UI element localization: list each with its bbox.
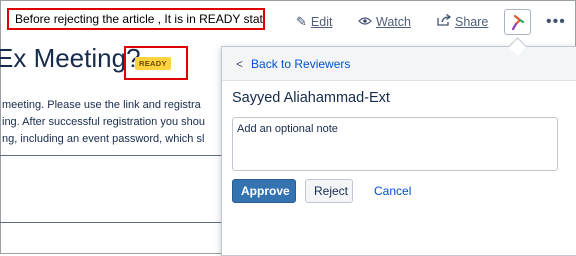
edit-label: Edit [310,15,333,29]
divider [0,155,224,156]
annotation-note: Before rejecting the article , It is in … [7,8,265,30]
panel-header: < Back to Reviewers [222,47,576,81]
approve-button[interactable]: Approve [232,179,296,203]
chevron-left-icon: < [236,57,244,71]
edit-button[interactable]: ✎ Edit [296,14,332,30]
status-badge: READY [135,57,171,70]
more-options-icon[interactable]: ••• [546,13,566,31]
share-icon [437,13,452,29]
back-label: Back to Reviewers [251,57,351,71]
page-title: Ex Meeting? [0,43,141,73]
body-line: ing. After successful registration you s… [2,116,205,128]
workflow-button[interactable] [504,9,531,35]
workflow-icon [511,14,524,30]
note-field[interactable] [232,117,558,171]
share-label: Share [455,14,489,29]
pencil-icon: ✎ [296,14,307,29]
reviewer-panel: < Back to Reviewers Sayyed Aliahammad-Ext… [221,46,576,256]
watch-button[interactable]: Watch [358,14,411,29]
share-button[interactable]: Share [437,13,489,29]
divider [0,222,224,223]
back-to-reviewers-link[interactable]: < Back to Reviewers [236,57,350,71]
body-line: ng, including an event password, which s… [2,133,205,145]
reviewer-name: Sayyed Aliahammad-Ext [232,90,390,106]
cancel-link[interactable]: Cancel [374,184,411,198]
body-line: meeting. Please use the link and registr… [2,99,201,111]
watch-label: Watch [376,14,411,29]
page-body: meeting. Please use the link and registr… [2,97,222,148]
eye-icon [358,14,372,29]
reject-button[interactable]: Reject [305,179,353,203]
